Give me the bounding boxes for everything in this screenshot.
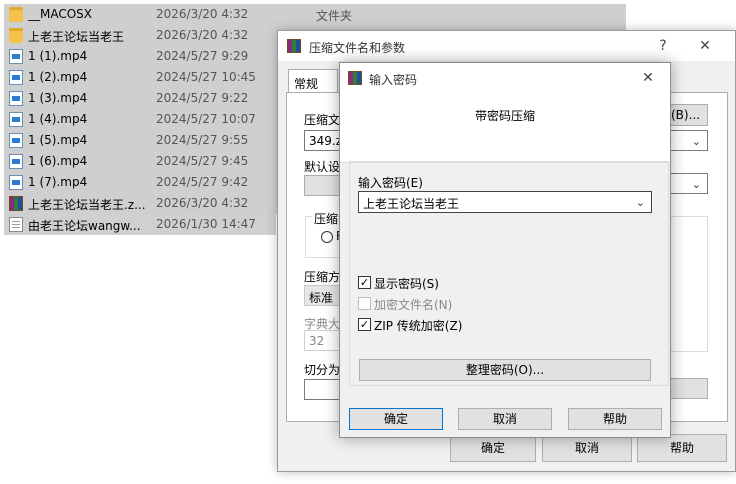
archive-format-label: 压缩 xyxy=(312,210,341,227)
title-bar[interactable]: 输入密码 ✕ xyxy=(340,63,670,93)
archive-name-dropdown[interactable]: ⌄ xyxy=(670,130,708,151)
organize-passwords-button[interactable]: 整理密码(O)... xyxy=(359,359,651,381)
password-value: 上老王论坛当老王 xyxy=(363,197,460,211)
help-icon[interactable]: ? xyxy=(649,35,677,57)
password-combobox[interactable]: 上老王论坛当老王 ⌄ xyxy=(358,191,652,213)
file-name: 1 (1).mp4 xyxy=(28,49,88,63)
file-name: 1 (3).mp4 xyxy=(28,91,88,105)
video-file-icon xyxy=(9,154,23,169)
dialog-title: 输入密码 xyxy=(369,73,418,87)
file-type: 文件夹 xyxy=(316,9,353,23)
chevron-down-icon: ⌄ xyxy=(691,135,701,148)
file-date: 2024/5/27 9:45 xyxy=(156,154,249,168)
file-name: 由老王论坛wangw... xyxy=(28,219,141,233)
folder-icon xyxy=(9,7,23,22)
close-icon[interactable]: ✕ xyxy=(634,67,662,89)
file-date: 2024/5/27 10:07 xyxy=(156,112,256,126)
video-file-icon xyxy=(9,112,23,127)
encrypt-filenames-label: 加密文件名(N) xyxy=(374,298,453,312)
dialog-title: 压缩文件名和参数 xyxy=(309,41,406,55)
file-date: 2024/5/27 10:45 xyxy=(156,70,256,84)
encrypt-filenames-checkbox[interactable] xyxy=(358,297,371,310)
title-bar[interactable]: 压缩文件名和参数 ? ✕ xyxy=(278,31,735,61)
archiving-options-group xyxy=(670,216,708,352)
video-file-icon xyxy=(9,175,23,190)
close-icon[interactable]: ✕ xyxy=(691,35,719,57)
file-name: 1 (7).mp4 xyxy=(28,175,88,189)
file-date: 2026/3/20 4:32 xyxy=(156,28,249,42)
show-password-checkbox[interactable]: ✓ xyxy=(358,276,371,289)
ok-button[interactable]: 确定 xyxy=(349,408,443,430)
video-file-icon xyxy=(9,133,23,148)
format-radio[interactable] xyxy=(321,231,333,243)
dictionary-size-select[interactable]: 32 xyxy=(304,330,340,351)
password-label: 输入密码(E) xyxy=(358,176,423,190)
cancel-button[interactable]: 取消 xyxy=(458,408,552,430)
file-date: 2024/5/27 9:29 xyxy=(156,49,249,63)
ok-button[interactable]: 确定 xyxy=(450,434,536,462)
zip-legacy-encryption-label: ZIP 传统加密(Z) xyxy=(374,319,463,333)
folder-icon xyxy=(9,28,23,43)
tab-general[interactable]: 常规 xyxy=(288,69,338,93)
file-date: 2024/5/27 9:55 xyxy=(156,133,249,147)
zip-legacy-encryption-checkbox[interactable]: ✓ xyxy=(358,318,371,331)
compression-method-label: 压缩方 xyxy=(304,270,341,284)
file-date: 2026/3/20 4:32 xyxy=(156,7,249,21)
help-button[interactable]: 帮助 xyxy=(637,434,727,462)
enter-password-dialog: 输入密码 ✕ 带密码压缩 输入密码(E) 上老王论坛当老王 ⌄ ✓ 显示密码(S… xyxy=(339,62,671,438)
file-row[interactable]: __MACOSX 2026/3/20 4:32 文件夹 xyxy=(4,4,626,25)
text-file-icon xyxy=(9,217,23,232)
file-row[interactable]: 由老王论坛wangw... 2026/1/30 14:47 xyxy=(4,214,276,235)
update-mode-dropdown[interactable]: ⌄ xyxy=(670,173,708,194)
file-name: 1 (4).mp4 xyxy=(28,112,88,126)
split-volumes-label: 切分为 xyxy=(304,363,341,377)
chevron-down-icon: ⌄ xyxy=(691,178,701,191)
file-date: 2026/1/30 14:47 xyxy=(156,217,256,231)
file-name: 1 (5).mp4 xyxy=(28,133,88,147)
file-date: 2024/5/27 9:22 xyxy=(156,91,249,105)
archive-name-input[interactable]: 349.zip xyxy=(304,130,344,151)
archive-name-label: 压缩文 xyxy=(304,113,341,127)
chevron-down-icon: ⌄ xyxy=(635,196,645,209)
file-name: 上老王论坛当老王 xyxy=(28,30,125,44)
video-file-icon xyxy=(9,91,23,106)
file-date: 2024/5/27 9:42 xyxy=(156,175,249,189)
winrar-app-icon xyxy=(287,39,301,53)
winrar-app-icon xyxy=(348,71,362,85)
video-file-icon xyxy=(9,49,23,64)
help-button[interactable]: 帮助 xyxy=(568,408,662,430)
default-settings-label: 默认设 xyxy=(304,160,341,174)
dialog-heading: 带密码压缩 xyxy=(474,109,535,123)
set-password-button[interactable] xyxy=(670,378,708,399)
split-volumes-input[interactable] xyxy=(304,379,340,400)
compression-method-select[interactable]: 标准 xyxy=(304,285,340,306)
winrar-archive-icon xyxy=(9,196,23,211)
file-date: 2026/3/20 4:32 xyxy=(156,196,249,210)
show-password-label: 显示密码(S) xyxy=(374,277,439,291)
cancel-button[interactable]: 取消 xyxy=(542,434,632,462)
file-name: __MACOSX xyxy=(28,7,93,21)
profiles-button[interactable] xyxy=(304,175,340,196)
file-name: 1 (2).mp4 xyxy=(28,70,88,84)
file-name: 1 (6).mp4 xyxy=(28,154,88,168)
video-file-icon xyxy=(9,70,23,85)
file-name: 上老王论坛当老王.z... xyxy=(28,198,146,212)
dialog-header-band xyxy=(340,93,670,163)
